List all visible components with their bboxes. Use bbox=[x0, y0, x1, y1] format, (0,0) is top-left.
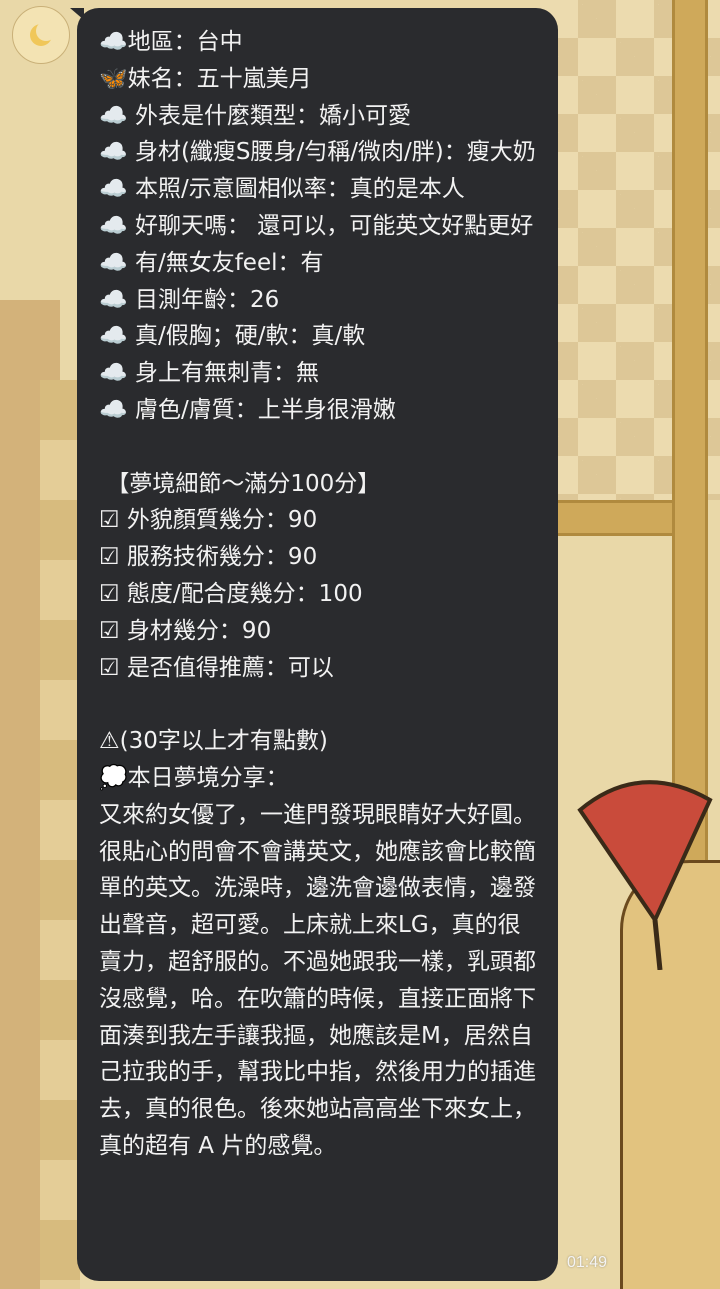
wallpaper-rail bbox=[540, 500, 680, 536]
wallpaper-left-stripe bbox=[40, 380, 80, 1289]
message-text: ☁️地區：台中 🦋妹名：五十嵐美月 ☁️ 外表是什麼類型：嬌小可愛 ☁️ 身材(… bbox=[99, 29, 536, 1159]
message-timestamp: 01:49 bbox=[567, 1254, 608, 1271]
fan-icon bbox=[577, 780, 713, 970]
crescent-moon-icon bbox=[30, 21, 56, 46]
avatar[interactable] bbox=[12, 6, 70, 64]
message-bubble[interactable]: ☁️地區：台中 🦋妹名：五十嵐美月 ☁️ 外表是什麼類型：嬌小可愛 ☁️ 身材(… bbox=[77, 8, 558, 1281]
